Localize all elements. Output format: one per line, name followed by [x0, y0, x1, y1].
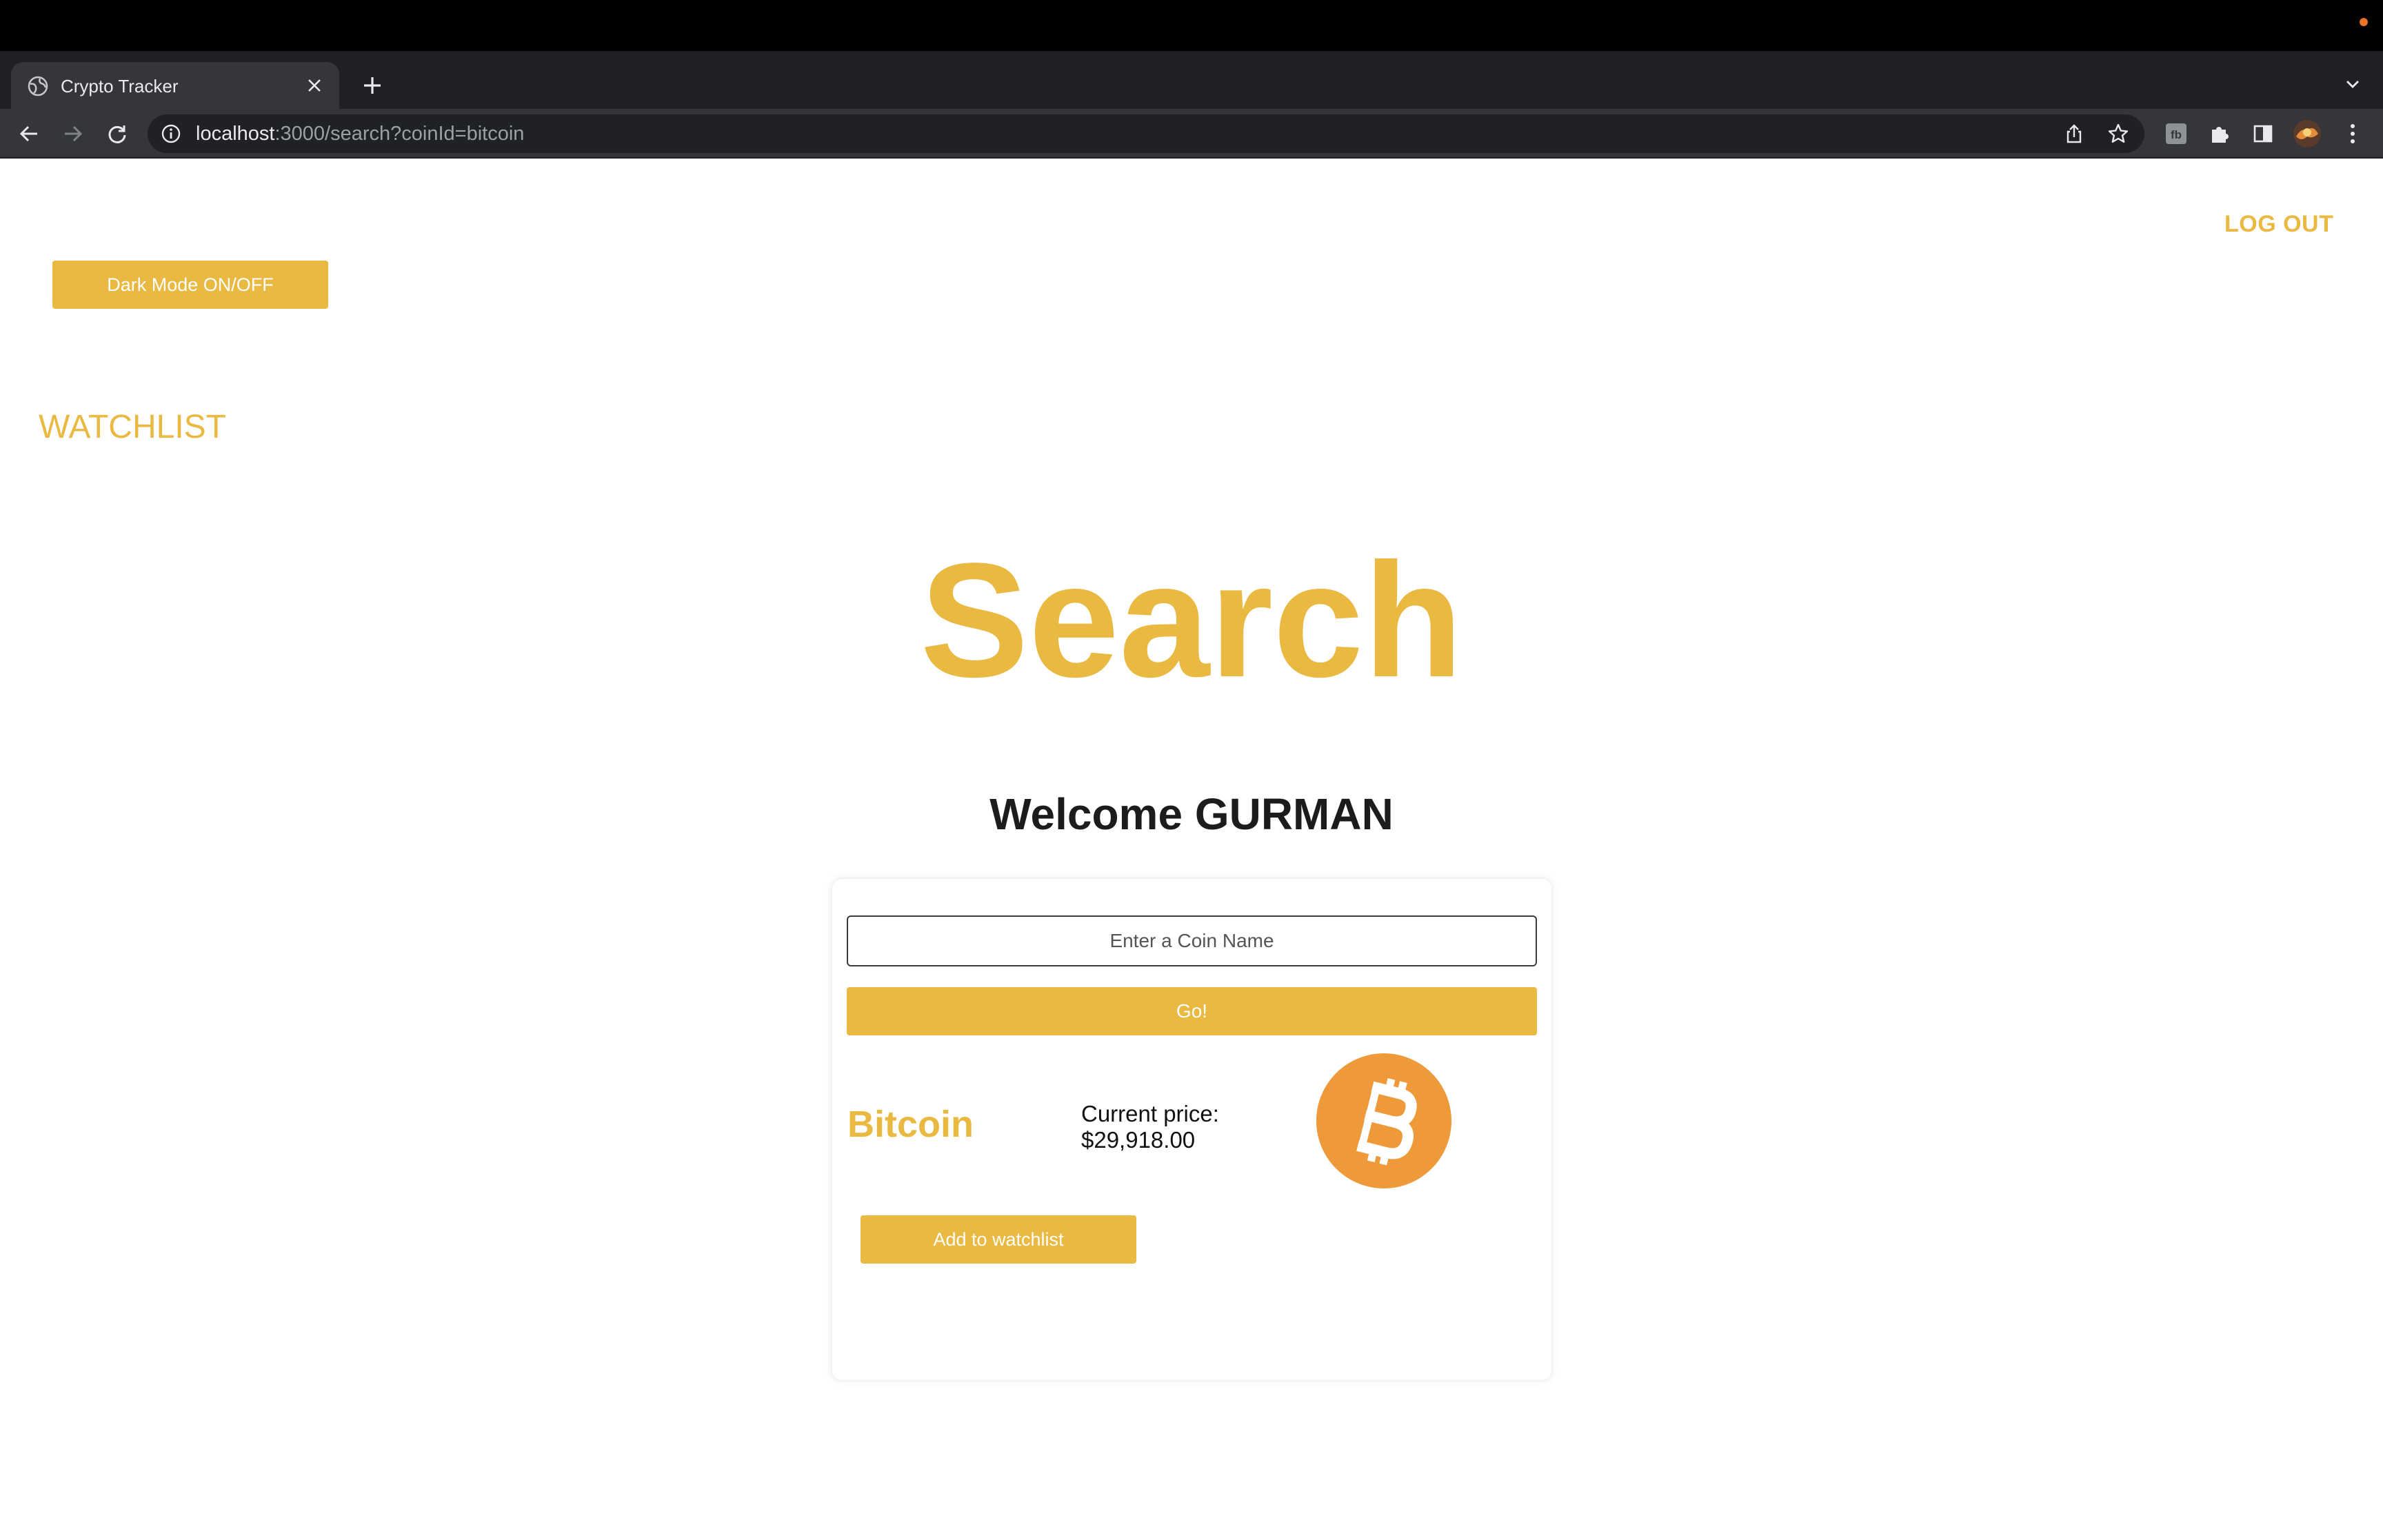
close-icon[interactable] — [299, 70, 330, 101]
current-price-value: $29,918.00 — [1081, 1127, 1196, 1153]
avatar[interactable] — [2289, 116, 2325, 152]
url-text[interactable]: localhost:3000/search?coinId=bitcoin — [196, 123, 524, 145]
arrow-right-icon[interactable] — [55, 116, 91, 152]
welcome-message: Welcome GURMAN — [989, 789, 1394, 839]
recording-indicator-dot — [2360, 18, 2368, 26]
add-to-watchlist-button[interactable]: Add to watchlist — [861, 1215, 1136, 1264]
coin-name: Bitcoin — [847, 1104, 974, 1145]
system-top-bar — [0, 0, 2383, 51]
chevron-down-icon[interactable] — [2337, 69, 2368, 99]
info-icon[interactable] — [161, 124, 181, 143]
browser-tabstrip: Crypto Tracker — [0, 51, 2383, 109]
current-price-label: Current price: — [1081, 1101, 1219, 1126]
coin-search-input[interactable] — [847, 915, 1537, 966]
arrow-left-icon[interactable] — [11, 116, 47, 152]
browser-tab[interactable]: Crypto Tracker — [11, 62, 339, 109]
puzzle-icon[interactable] — [2201, 116, 2237, 152]
search-card: Go! Bitcoin Current price: $29,918.00 Ad… — [832, 879, 1551, 1380]
kebab-menu-icon[interactable] — [2335, 116, 2371, 152]
browser-toolbar: localhost:3000/search?coinId=bitcoin fb — [0, 109, 2383, 159]
extension-icon[interactable]: fb — [2158, 116, 2194, 152]
url-path: :3000/search?coinId=bitcoin — [274, 123, 525, 145]
svg-text:fb: fb — [2171, 128, 2182, 141]
bitcoin-icon — [1316, 1053, 1451, 1188]
page-title: Search — [920, 529, 1463, 711]
watchlist-link[interactable]: WATCHLIST — [39, 408, 226, 446]
share-icon[interactable] — [2060, 120, 2088, 148]
side-panel-icon[interactable] — [2245, 116, 2281, 152]
plus-icon[interactable] — [354, 68, 390, 103]
globe-icon — [28, 76, 48, 97]
go-button[interactable]: Go! — [847, 987, 1537, 1035]
page-content: LOG OUT Dark Mode ON/OFF WATCHLIST Searc… — [0, 160, 2383, 1540]
address-bar[interactable]: localhost:3000/search?coinId=bitcoin — [148, 114, 2144, 153]
reload-icon[interactable] — [99, 116, 135, 152]
tab-title: Crypto Tracker — [61, 76, 179, 97]
url-host: localhost — [196, 123, 275, 145]
logout-link[interactable]: LOG OUT — [2224, 211, 2333, 238]
star-icon[interactable] — [2104, 120, 2132, 148]
dark-mode-toggle-button[interactable]: Dark Mode ON/OFF — [52, 261, 328, 309]
